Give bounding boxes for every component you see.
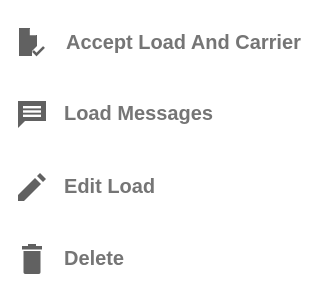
menu-item-label: Delete xyxy=(64,248,125,270)
menu-item-label: Accept Load And Carrier xyxy=(66,32,301,54)
message-icon xyxy=(0,94,64,134)
trash-icon xyxy=(0,239,64,279)
pencil-icon xyxy=(0,167,64,207)
document-check-icon xyxy=(0,23,64,63)
menu-item-label: Edit Load xyxy=(64,176,156,198)
menu-item-label: Load Messages xyxy=(64,103,213,125)
context-menu: Accept Load And Carrier Load Messages Ed… xyxy=(0,0,324,304)
